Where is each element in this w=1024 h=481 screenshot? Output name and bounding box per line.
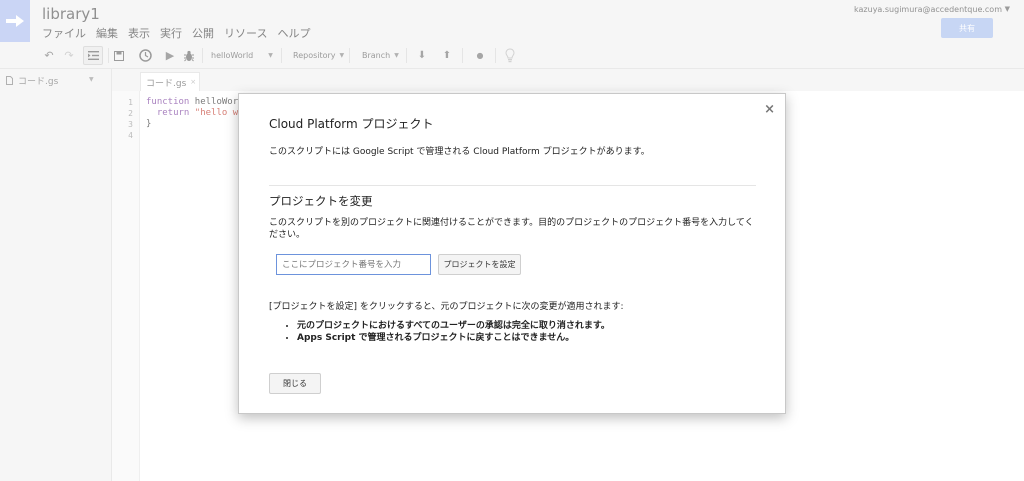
close-icon[interactable]: × (764, 102, 775, 117)
set-project-button[interactable]: プロジェクトを設定 (438, 254, 521, 275)
dialog-title: Cloud Platform プロジェクト (269, 117, 434, 131)
cloud-platform-project-dialog: × Cloud Platform プロジェクト このスクリプトには Google… (238, 93, 786, 414)
section-text: このスクリプトを別のプロジェクトに関連付けることができます。目的のプロジェクトの… (269, 218, 754, 240)
list-item: Apps Script で管理されるプロジェクトに戻すことはできません。 (297, 332, 610, 344)
close-button[interactable]: 閉じる (269, 373, 321, 394)
dialog-description: このスクリプトには Google Script で管理される Cloud Pla… (269, 147, 650, 157)
section-title: プロジェクトを変更 (269, 194, 373, 208)
divider (269, 185, 756, 186)
warning-note: [プロジェクトを設定] をクリックすると、元のプロジェクトに次の変更が適用されま… (269, 302, 624, 312)
warning-list: 元のプロジェクトにおけるすべてのユーザーの承認は完全に取り消されます。 Apps… (287, 320, 610, 344)
project-number-input[interactable] (276, 254, 431, 275)
list-item: 元のプロジェクトにおけるすべてのユーザーの承認は完全に取り消されます。 (297, 320, 610, 332)
